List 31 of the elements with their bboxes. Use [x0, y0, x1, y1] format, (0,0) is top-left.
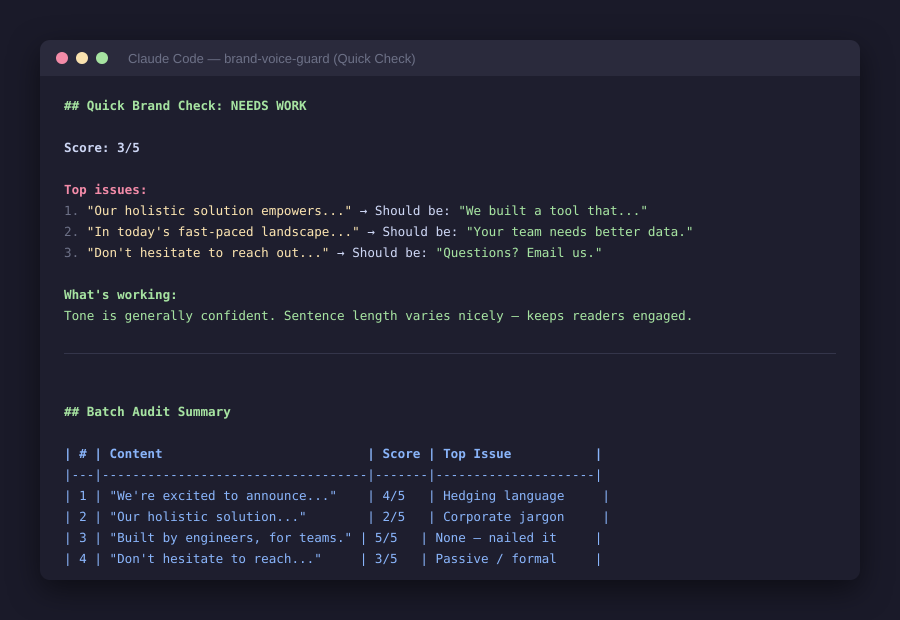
arrow-text: →: [337, 244, 345, 262]
arrow-text: →: [367, 223, 375, 241]
working-label: What's working:: [64, 286, 179, 304]
should-be-label: Should be:: [352, 244, 428, 262]
window-title: Claude Code — brand-voice-guard (Quick Check): [128, 50, 416, 66]
suggested-phrase: "We built a tool that...": [458, 202, 648, 220]
list-number: 2.: [64, 223, 80, 241]
working-text: Tone is generally confident. Sentence length varies nicely — keeps readers engaged.: [64, 307, 694, 325]
arrow-text: →: [360, 202, 368, 220]
should-be-label: Should be:: [374, 202, 451, 220]
table-row-line: | 2 | "Our holistic solution..." | 2/5 | Corporate jargon |: [64, 508, 611, 526]
section-heading: ## Quick Brand Check: NEEDS WORK: [64, 97, 308, 115]
original-phrase: "In today's fast-paced landscape...": [86, 223, 360, 241]
section-heading: ## Batch Audit Summary: [64, 403, 232, 421]
original-phrase: "Our holistic solution empowers...": [86, 202, 352, 220]
maximize-button[interactable]: [96, 52, 108, 64]
score-text: Score: 3/5: [64, 139, 141, 157]
issues-label: Top issues:: [64, 181, 148, 199]
table-row-line: | 4 | "Don't hesitate to reach..." | 3/5 | Passive / formal |: [64, 550, 604, 568]
table-header-line: | # | Content | Score | Top Issue |: [64, 445, 604, 463]
list-number: 1.: [64, 202, 80, 220]
table-row-line: | 1 | "We're excited to announce..." | 4/5 | Hedging language |: [64, 487, 611, 505]
suggested-phrase: "Questions? Email us.": [436, 244, 602, 262]
minimize-button[interactable]: [76, 52, 88, 64]
original-phrase: "Don't hesitate to reach out...": [86, 244, 330, 262]
table-row-line: | 3 | "Built by engineers, for teams." | 5/5 | None — nailed it |: [64, 529, 604, 547]
list-number: 3.: [64, 244, 80, 262]
table-rule-line: |---|-----------------------------------|-------|---------------------|: [64, 466, 604, 484]
should-be-label: Should be:: [382, 223, 458, 241]
suggested-phrase: "Your team needs better data.": [466, 223, 694, 241]
close-button[interactable]: [56, 52, 68, 64]
